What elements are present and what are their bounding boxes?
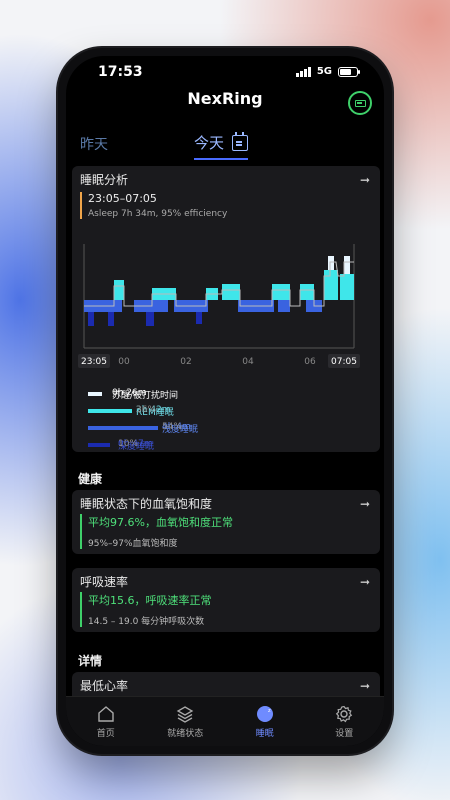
stage-bar-rem [324,270,338,300]
chart-tick-02: 02 [180,357,191,367]
arrow-right-icon[interactable]: ➞ [360,173,370,187]
stage-bar-deep [146,312,154,326]
deep-sleep-bars [88,312,202,326]
respiration-title: 呼吸速率 [80,575,129,589]
battery-icon [354,99,366,107]
stage-bar-rem [222,284,240,300]
stage-bar-deep [196,312,202,324]
tab-today[interactable]: 今天 [194,131,249,160]
legend-value: 0h 26m [112,388,147,398]
phone-frame: 17:53 5G NexRing 昨天 今天 睡眠分析 ➞ 23:05–07:0… [58,48,392,754]
tab-yesterday[interactable]: 昨天 [80,134,108,154]
spo2-title: 睡眠状态下的血氧饱和度 [80,497,213,511]
svg-text:z: z [268,708,271,714]
spo2-detail: 95%–97%血氧饱和度 [88,539,178,549]
legend-pct: 10% [118,439,139,449]
stage-bar-awake [328,256,334,270]
rem-sleep-bars [114,270,354,300]
status-bar: 17:53 5G [66,62,384,84]
spo2-main: 平均97.6%，血氧饱和度正常 [88,516,233,529]
chart-tick-04: 04 [242,357,254,367]
sleep-range: 23:05–07:05 Asleep 7h 34m, 95% efficienc… [80,192,227,219]
respiration-detail: 14.5 – 19.0 每分钟呼吸次数 [88,617,205,627]
spo2-card[interactable]: 睡眠状态下的血氧饱和度 ➞ 平均97.6%，血氧饱和度正常 95%–97%血氧饱… [72,490,380,554]
stage-bar-rem [272,284,290,300]
sleep-time-range: 23:05–07:05 [88,192,157,205]
stage-bar-rem [340,274,354,300]
nav-home[interactable]: 首页 [71,697,141,746]
legend-swatch [88,443,110,447]
chart-tick-00: 00 [118,357,130,367]
spo2-metric: 平均97.6%，血氧饱和度正常 95%–97%血氧饱和度 [80,514,233,549]
bottom-nav: 首页 就绪状态 z 睡眠 设置 [66,696,384,746]
legend-pct: 54% [162,422,183,432]
chart-tick-06: 06 [304,357,316,367]
chart-start-time: 23:05 [81,357,107,367]
stage-bar-light [278,300,290,312]
battery-icon [338,66,360,77]
nav-home-label: 首页 [96,729,115,739]
arrow-right-icon[interactable]: ➞ [360,497,370,511]
sleep-card-title: 睡眠分析 [80,173,129,187]
nav-readiness[interactable]: 就绪状态 [150,697,220,746]
signal-icon [295,66,311,77]
stage-bar-light [154,300,168,312]
nav-sleep-label: 睡眠 [255,729,274,739]
screen: 17:53 5G NexRing 昨天 今天 睡眠分析 ➞ 23:05–07:0… [66,56,384,746]
sleep-stage-chart: 23:05 00 02 04 06 07:05 [78,244,360,368]
gear-icon [336,705,353,723]
stage-bar-deep [88,312,94,326]
respiration-main: 平均15.6，呼吸速率正常 [88,594,212,607]
chart-end-time: 07:05 [331,357,357,367]
sleep-analysis-card[interactable]: 睡眠分析 ➞ 23:05–07:05 Asleep 7h 34m, 95% ef… [72,166,380,452]
details-heading: 详情 [78,654,103,668]
nav-sleep[interactable]: z 睡眠 [230,697,300,746]
status-time: 17:53 [98,64,143,80]
battery-status-button[interactable] [348,91,372,115]
respiration-metric: 平均15.6，呼吸速率正常 14.5 – 19.0 每分钟呼吸次数 [80,592,212,627]
moon-icon: z [256,706,273,722]
legend-swatch [88,409,132,413]
health-heading: 健康 [78,472,103,486]
nav-settings[interactable]: 设置 [309,697,379,746]
arrow-right-icon[interactable]: ➞ [360,679,370,693]
calendar-icon[interactable] [232,131,249,151]
legend-swatch [88,392,102,396]
nav-settings-label: 设置 [335,729,354,739]
arrow-right-icon[interactable]: ➞ [360,575,370,589]
sleep-summary: Asleep 7h 34m, 95% efficiency [88,209,228,219]
layers-icon [176,706,194,723]
legend-pct: 36% [136,405,157,415]
min-hr-title: 最低心率 [80,679,129,693]
network-label: 5G [316,66,332,77]
respiration-card[interactable]: 呼吸速率 ➞ 平均15.6，呼吸速率正常 14.5 – 19.0 每分钟呼吸次数 [72,568,380,632]
stage-bar-deep [108,312,114,326]
stage-bar-rem [114,280,124,300]
day-tabs: 昨天 今天 [66,126,384,160]
stage-bar-rem [300,284,314,300]
stage-bar-awake [344,256,350,274]
legend-swatch [88,426,158,430]
status-icons: 5G [295,66,360,77]
nav-readiness-label: 就绪状态 [167,729,204,739]
tab-today-label: 今天 [194,134,225,152]
home-icon [98,706,114,722]
app-title: NexRing [187,89,263,108]
